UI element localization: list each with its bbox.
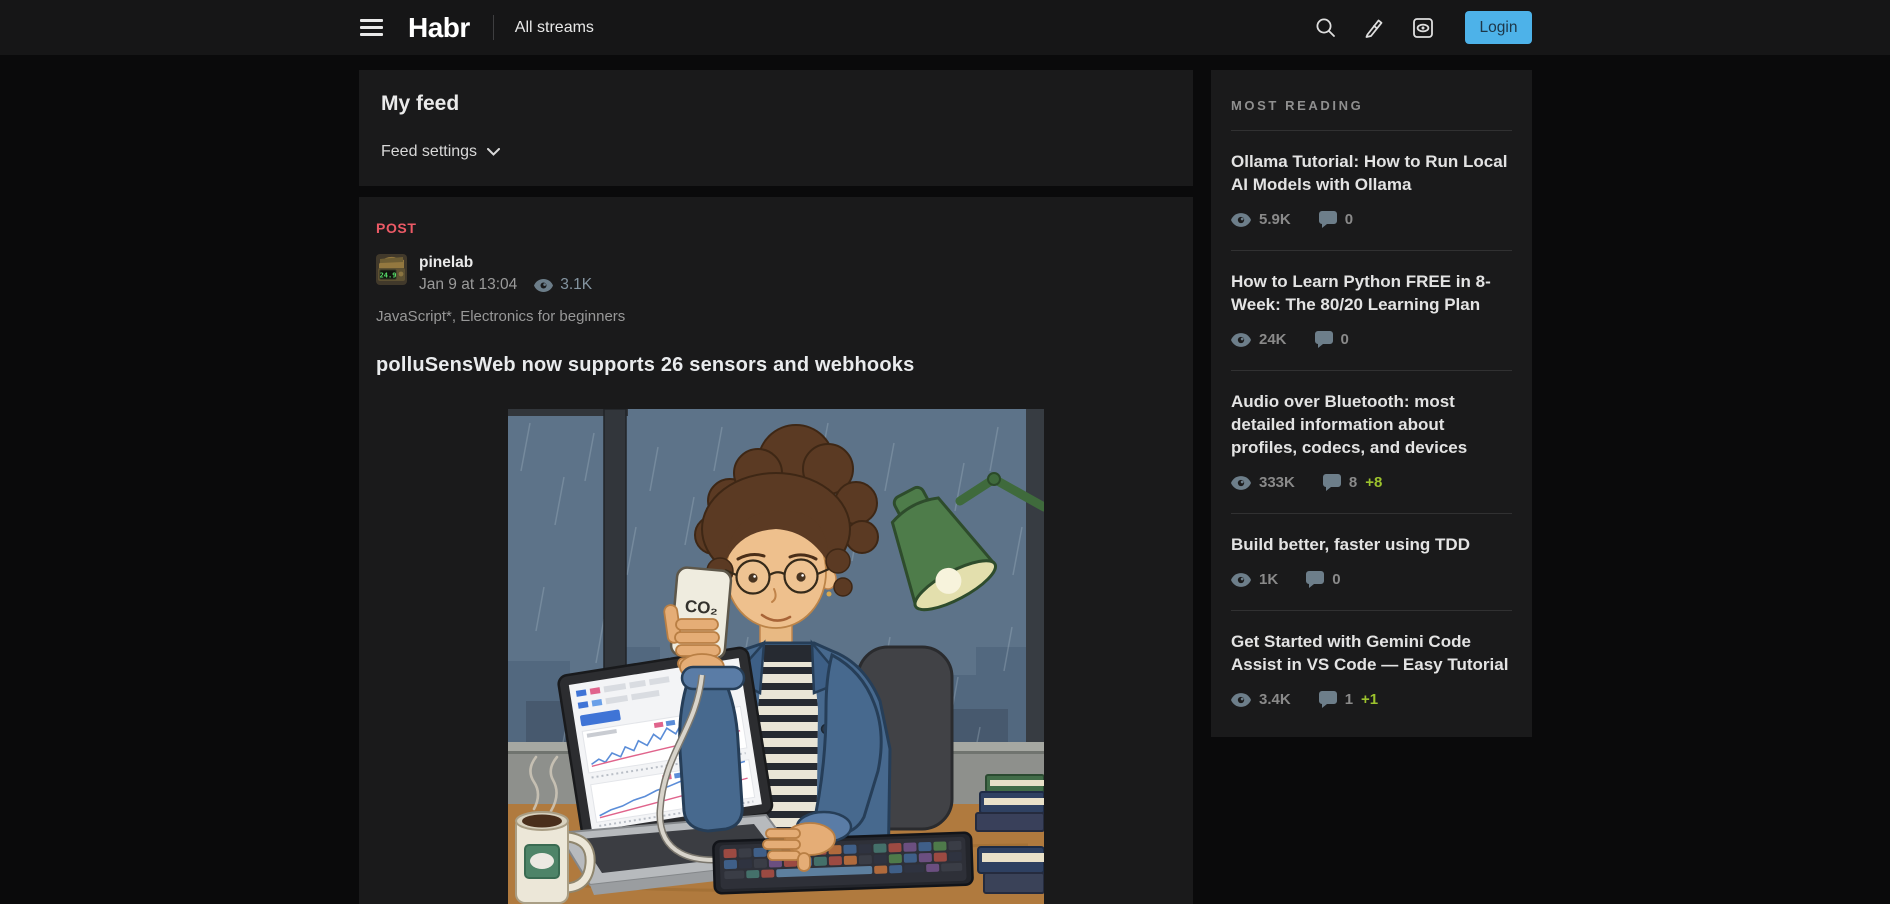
comments-icon[interactable] xyxy=(1319,211,1337,228)
post-card: POST 24.9 pinel xyxy=(359,197,1193,904)
author-avatar[interactable]: 24.9 xyxy=(376,254,407,285)
mechanical-keyboard xyxy=(713,833,973,894)
eye-icon xyxy=(1231,573,1251,587)
sidebar-article-title[interactable]: Build better, faster using TDD xyxy=(1231,533,1512,556)
comments-icon[interactable] xyxy=(1315,331,1333,348)
post-cover-illustration: CO₂ xyxy=(508,409,1044,904)
comments-count[interactable]: 0 xyxy=(1332,571,1340,588)
sidebar-article-stats: 1K 0 xyxy=(1231,571,1512,588)
eye-icon xyxy=(1231,333,1251,347)
comments-count[interactable]: 1 xyxy=(1345,691,1353,708)
eye-icon xyxy=(1231,213,1251,227)
post-hubs[interactable]: JavaScript*, Electronics for beginners xyxy=(376,308,1176,325)
new-comments-count[interactable]: +8 xyxy=(1365,474,1382,491)
comments-count[interactable]: 8 xyxy=(1349,474,1357,491)
search-icon[interactable] xyxy=(1312,15,1338,41)
sandbox-eye-icon[interactable] xyxy=(1410,15,1436,41)
author-name[interactable]: pinelab xyxy=(419,254,592,272)
sidebar-article-title[interactable]: Get Started with Gemini Code Assist in V… xyxy=(1231,630,1512,676)
list-item: Get Started with Gemini Code Assist in V… xyxy=(1231,611,1512,712)
post-views-count: 3.1K xyxy=(560,276,592,294)
views-count: 3.4K xyxy=(1259,691,1291,708)
sidebar-article-stats: 333K 8 +8 xyxy=(1231,474,1512,491)
views-count: 333K xyxy=(1259,474,1295,491)
hamburger-menu-icon[interactable] xyxy=(360,19,383,36)
eye-icon xyxy=(534,279,553,292)
views-count: 24K xyxy=(1259,331,1287,348)
top-navigation-bar: Habr All streams Login xyxy=(0,0,1890,55)
most-reading-sidebar: MOST READING Ollama Tutorial: How to Run… xyxy=(1211,70,1532,737)
list-item: Audio over Bluetooth: most detailed info… xyxy=(1231,371,1512,514)
comments-count[interactable]: 0 xyxy=(1345,211,1353,228)
views-count: 1K xyxy=(1259,571,1278,588)
sidebar-article-stats: 24K 0 xyxy=(1231,331,1512,348)
feed-settings-label: Feed settings xyxy=(381,143,477,161)
login-button[interactable]: Login xyxy=(1465,11,1532,44)
post-title[interactable]: polluSensWeb now supports 26 sensors and… xyxy=(376,354,1176,377)
comments-count[interactable]: 0 xyxy=(1341,331,1349,348)
list-item: Ollama Tutorial: How to Run Local AI Mod… xyxy=(1231,131,1512,251)
list-item: How to Learn Python FREE in 8-Week: The … xyxy=(1231,251,1512,371)
all-streams-link[interactable]: All streams xyxy=(515,19,594,37)
sidebar-article-stats: 3.4K 1 +1 xyxy=(1231,691,1512,708)
feed-header-card: My feed Feed settings xyxy=(359,70,1193,186)
page-title: My feed xyxy=(381,92,1171,116)
svg-text:CO₂: CO₂ xyxy=(684,597,719,619)
post-meta: 24.9 pinelab Jan 9 at 13:04 xyxy=(376,254,1176,294)
sidebar-header: MOST READING xyxy=(1231,91,1512,113)
views-count: 5.9K xyxy=(1259,211,1291,228)
habr-logo[interactable]: Habr xyxy=(408,12,470,44)
comments-icon[interactable] xyxy=(1323,474,1341,491)
comments-icon[interactable] xyxy=(1319,691,1337,708)
comments-icon[interactable] xyxy=(1306,571,1324,588)
habr-page: Habr All streams Login My feed Feed sett xyxy=(0,0,1890,904)
write-publication-icon[interactable] xyxy=(1361,15,1387,41)
feed-settings-button[interactable]: Feed settings xyxy=(381,143,500,161)
sidebar-article-title[interactable]: How to Learn Python FREE in 8-Week: The … xyxy=(1231,270,1512,316)
post-views: 3.1K xyxy=(534,276,592,294)
chevron-down-icon xyxy=(487,148,500,156)
svg-text:24.9: 24.9 xyxy=(380,272,397,280)
eye-icon xyxy=(1231,476,1251,490)
post-type-badge: POST xyxy=(376,220,1176,236)
sidebar-article-title[interactable]: Ollama Tutorial: How to Run Local AI Mod… xyxy=(1231,150,1512,196)
sidebar-article-title[interactable]: Audio over Bluetooth: most detailed info… xyxy=(1231,390,1512,459)
sidebar-article-stats: 5.9K 0 xyxy=(1231,211,1512,228)
new-comments-count[interactable]: +1 xyxy=(1361,691,1378,708)
topbar-divider xyxy=(493,15,494,40)
post-timestamp: Jan 9 at 13:04 xyxy=(419,276,517,294)
eye-icon xyxy=(1231,693,1251,707)
list-item: Build better, faster using TDD 1K 0 xyxy=(1231,514,1512,611)
